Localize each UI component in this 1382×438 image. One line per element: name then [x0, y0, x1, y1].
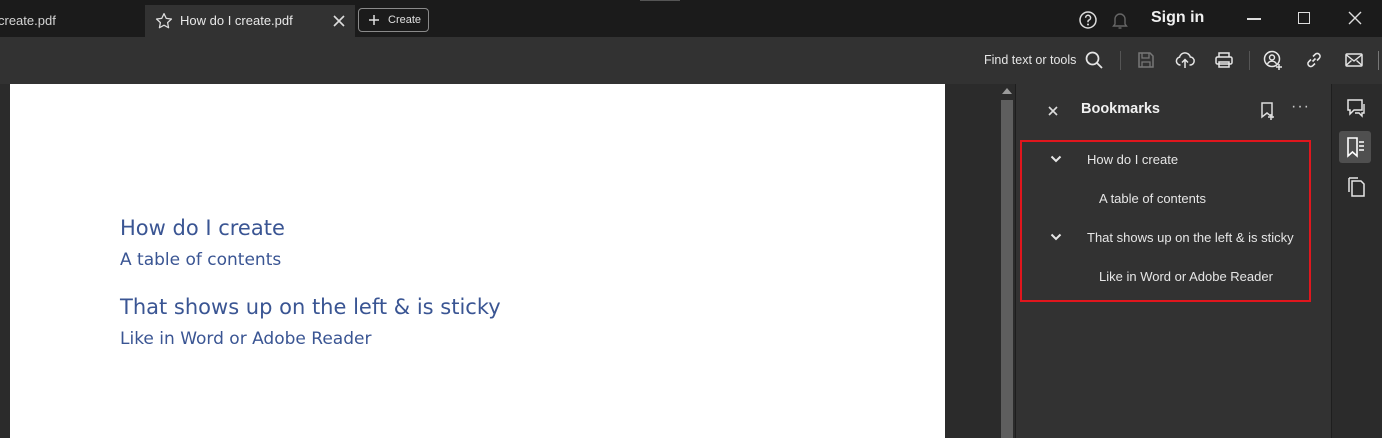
link-icon[interactable] — [1304, 50, 1324, 70]
pages-icon[interactable] — [1345, 176, 1367, 198]
right-rail — [1331, 84, 1382, 438]
doc-heading-2: That shows up on the left & is sticky — [120, 295, 501, 319]
help-icon[interactable] — [1078, 10, 1098, 30]
find-text-or-tools[interactable]: Find text or tools — [984, 53, 1076, 67]
create-button[interactable]: Create — [358, 8, 429, 32]
bookmarks-title: Bookmarks — [1081, 101, 1160, 117]
sign-in-link[interactable]: Sign in — [1151, 9, 1204, 27]
close-icon[interactable] — [1047, 105, 1059, 117]
chevron-down-icon[interactable] — [1050, 155, 1062, 163]
minimize-button[interactable] — [1247, 18, 1261, 20]
pdf-page[interactable]: How do I create A table of contents That… — [10, 84, 945, 438]
search-icon[interactable] — [1084, 50, 1104, 70]
toolbar-edge — [1378, 51, 1379, 70]
scrollbar-thumb[interactable] — [1001, 100, 1013, 438]
chevron-down-icon[interactable] — [1050, 233, 1062, 241]
plus-icon — [369, 15, 379, 25]
star-icon[interactable] — [155, 12, 173, 30]
tab-label: How do I create.pdf — [180, 13, 293, 28]
doc-subheading-1: A table of contents — [120, 250, 282, 270]
doc-subheading-2: Like in Word or Adobe Reader — [120, 329, 372, 349]
upload-cloud-icon[interactable] — [1175, 50, 1195, 70]
tab-label: create.pdf — [0, 13, 56, 28]
toolbar-separator — [1120, 51, 1121, 70]
save-icon[interactable] — [1136, 50, 1156, 70]
bookmark-list-icon[interactable] — [1344, 136, 1366, 158]
document-viewer[interactable]: How do I create A table of contents That… — [0, 84, 1015, 438]
tab-create-pdf[interactable]: create.pdf — [0, 5, 143, 37]
doc-heading-1: How do I create — [120, 216, 285, 240]
bookmark-item[interactable]: That shows up on the left & is sticky — [1087, 230, 1294, 245]
close-icon[interactable] — [331, 13, 347, 29]
maximize-button[interactable] — [1298, 12, 1310, 24]
create-button-label: Create — [388, 14, 422, 26]
tab-how-do-i-create-pdf[interactable]: How do I create.pdf — [145, 5, 355, 37]
bookmark-item[interactable]: Like in Word or Adobe Reader — [1099, 269, 1273, 284]
bookmark-item[interactable]: A table of contents — [1099, 191, 1206, 206]
title-bar-divider — [640, 0, 680, 1]
window-close-icon[interactable] — [1347, 10, 1363, 26]
toolbar-separator — [1249, 51, 1250, 70]
mail-icon[interactable] — [1344, 50, 1364, 70]
comment-icon[interactable] — [1345, 97, 1367, 119]
add-bookmark-icon[interactable] — [1259, 101, 1277, 121]
bookmarks-panel: Bookmarks ··· How do I create A table of… — [1015, 84, 1331, 438]
share-user-icon[interactable] — [1263, 50, 1283, 70]
title-bar: create.pdf How do I create.pdf Create Si… — [0, 0, 1382, 37]
bell-icon[interactable] — [1111, 10, 1129, 30]
bookmark-item[interactable]: How do I create — [1087, 152, 1178, 167]
toolbar: Find text or tools — [0, 37, 1382, 84]
more-options-button[interactable]: ··· — [1291, 98, 1310, 116]
scroll-up-arrow[interactable] — [1002, 88, 1012, 94]
print-icon[interactable] — [1214, 50, 1234, 70]
